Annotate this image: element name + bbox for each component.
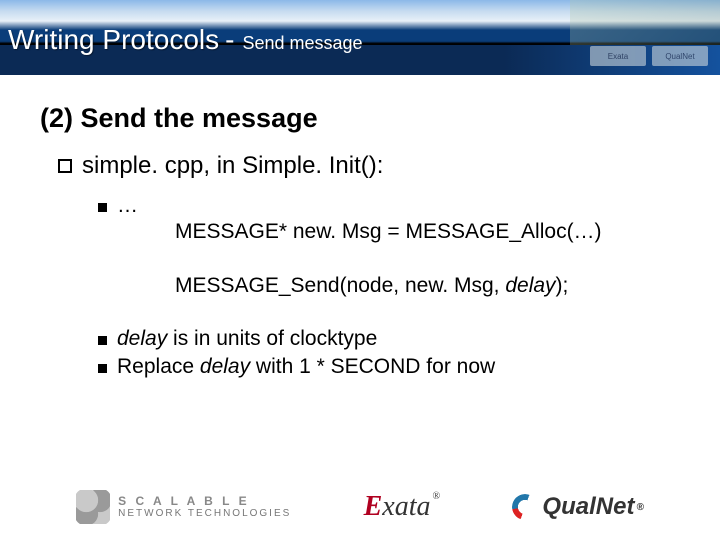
logo-exata: Exata® [364, 491, 441, 523]
note-2-pre: Replace [117, 355, 200, 378]
slide-body: (2) Send the message simple. cpp, in Sim… [0, 75, 720, 379]
note-2-post: with 1 * SECOND for now [250, 355, 495, 378]
logo-qualnet: QualNet® [512, 493, 643, 521]
qualnet-swoosh-icon [512, 494, 538, 520]
exata-rest: xata [382, 491, 430, 523]
filled-square-bullet-icon [98, 203, 107, 212]
code-line-2-post: ); [556, 274, 569, 297]
snt-text: S C A L A B L E NETWORK TECHNOLOGIES [118, 495, 291, 519]
snt-text-top: S C A L A B L E [118, 495, 291, 508]
exata-e: E [364, 491, 383, 523]
slide: Writing Protocols - Send message Exata Q… [0, 0, 720, 540]
notes-group: delay is in units of clocktype Replace d… [98, 327, 680, 379]
section-heading: (2) Send the message [40, 103, 680, 134]
title-banner: Writing Protocols - Send message Exata Q… [0, 0, 720, 75]
code-line-2-pre: MESSAGE_Send(node, new. Msg, [175, 274, 505, 297]
code-ellipsis: … [117, 194, 138, 218]
code-line-1: MESSAGE* new. Msg = MESSAGE_Alloc(…) [175, 218, 680, 246]
note-1-text: delay is in units of clocktype [117, 327, 377, 351]
qualnet-registered-icon: ® [636, 502, 643, 513]
corner-mini-logos: Exata QualNet [590, 46, 708, 66]
mini-logo-exata: Exata [590, 46, 646, 66]
code-line-2-italic: delay [505, 274, 555, 297]
title-main: Writing Protocols [8, 24, 219, 56]
title-separator: - [225, 24, 234, 56]
note-2-italic: delay [200, 355, 250, 378]
snt-text-bottom: NETWORK TECHNOLOGIES [118, 508, 291, 519]
mini-logo-qualnet: QualNet [652, 46, 708, 66]
snt-mark-icon [76, 490, 110, 524]
code-lines: MESSAGE* new. Msg = MESSAGE_Alloc(…) MES… [175, 218, 680, 301]
filled-square-bullet-icon [98, 336, 107, 345]
footer-logos: S C A L A B L E NETWORK TECHNOLOGIES Exa… [0, 490, 720, 524]
note-1: delay is in units of clocktype [98, 327, 680, 351]
code-line-2: MESSAGE_Send(node, new. Msg, delay); [175, 272, 680, 300]
filled-square-bullet-icon [98, 364, 107, 373]
slide-title: Writing Protocols - Send message [8, 24, 600, 56]
qualnet-text: QualNet [542, 493, 634, 521]
bullet-level-1: simple. cpp, in Simple. Init(): [58, 152, 680, 180]
note-1-italic: delay [117, 327, 167, 350]
note-2-text: Replace delay with 1 * SECOND for now [117, 355, 495, 379]
note-1-post: is in units of clocktype [167, 327, 377, 350]
bullet-level-2: … [98, 194, 680, 218]
title-subtitle: Send message [242, 33, 362, 54]
exata-registered-icon: ® [433, 491, 441, 502]
logo-scalable-network-technologies: S C A L A B L E NETWORK TECHNOLOGIES [76, 490, 291, 524]
note-2: Replace delay with 1 * SECOND for now [98, 355, 680, 379]
bullet-l1-text: simple. cpp, in Simple. Init(): [82, 152, 383, 180]
hollow-square-bullet-icon [58, 159, 72, 173]
code-block-group: … MESSAGE* new. Msg = MESSAGE_Alloc(…) M… [98, 194, 680, 301]
